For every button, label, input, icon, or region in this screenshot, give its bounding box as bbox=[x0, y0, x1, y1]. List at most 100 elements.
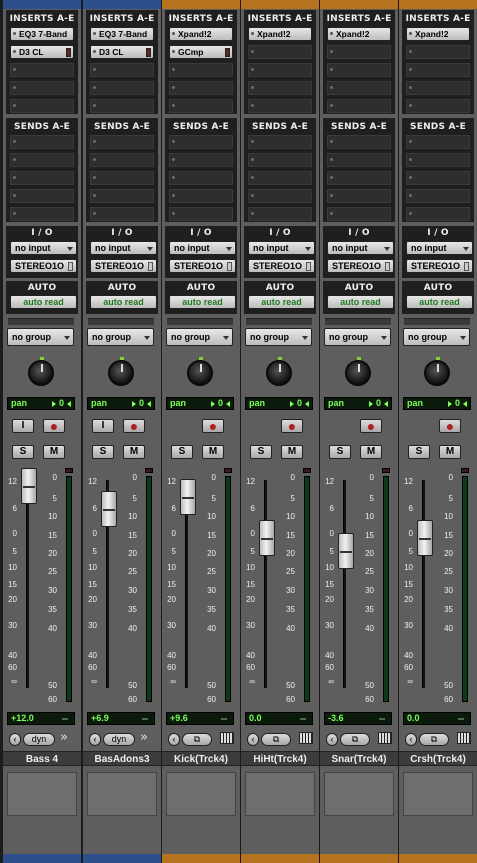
insert-slot[interactable] bbox=[327, 45, 391, 59]
insert-slot[interactable] bbox=[248, 99, 312, 113]
track-name[interactable]: Bass 4 bbox=[3, 751, 81, 766]
send-slot[interactable] bbox=[169, 189, 233, 203]
record-arm-button[interactable]: ● bbox=[202, 419, 224, 433]
mute-button[interactable]: M bbox=[281, 445, 303, 459]
pan-display[interactable]: pan 0 bbox=[403, 397, 471, 410]
track-options-button[interactable]: ‹ bbox=[89, 733, 101, 746]
insert-slot[interactable] bbox=[90, 99, 154, 113]
send-slot[interactable] bbox=[10, 207, 74, 221]
window-config-button[interactable]: ⧉ bbox=[419, 733, 449, 746]
send-slot[interactable] bbox=[327, 171, 391, 185]
piano-icon[interactable] bbox=[378, 732, 392, 744]
send-slot[interactable] bbox=[248, 207, 312, 221]
solo-button[interactable]: S bbox=[12, 445, 34, 459]
volume-fader[interactable] bbox=[21, 468, 37, 504]
send-slot[interactable] bbox=[90, 153, 154, 167]
insert-slot[interactable] bbox=[10, 99, 74, 113]
volume-display[interactable]: +6.9 bbox=[87, 712, 155, 725]
output-selector[interactable]: STEREO1O bbox=[248, 259, 315, 273]
window-config-button[interactable]: ⧉ bbox=[261, 733, 291, 746]
comments-field[interactable] bbox=[166, 772, 236, 816]
volume-fader[interactable] bbox=[101, 490, 117, 527]
insert-slot[interactable] bbox=[169, 99, 233, 113]
window-config-button[interactable]: ⧉ bbox=[182, 733, 212, 746]
comments-field[interactable] bbox=[324, 772, 394, 816]
send-slot[interactable] bbox=[10, 153, 74, 167]
pan-display[interactable]: pan 0 bbox=[166, 397, 234, 410]
double-arrow-icon[interactable]: » bbox=[60, 731, 76, 745]
automation-mode-selector[interactable]: auto read bbox=[90, 295, 157, 309]
volume-fader[interactable] bbox=[180, 478, 196, 515]
solo-button[interactable]: S bbox=[329, 445, 351, 459]
insert-slot[interactable] bbox=[248, 45, 312, 59]
pan-display[interactable]: pan 0 bbox=[245, 397, 313, 410]
output-selector[interactable]: STEREO1O bbox=[327, 259, 394, 273]
mute-button[interactable]: M bbox=[43, 445, 65, 459]
mute-button[interactable]: M bbox=[123, 445, 145, 459]
record-arm-button[interactable]: ● bbox=[281, 419, 303, 433]
insert-slot[interactable] bbox=[248, 63, 312, 77]
input-selector[interactable]: no input bbox=[406, 241, 473, 255]
dyn-button[interactable]: dyn bbox=[103, 733, 135, 746]
output-selector[interactable]: STEREO1O bbox=[90, 259, 157, 273]
insert-slot[interactable] bbox=[406, 99, 470, 113]
volume-display[interactable]: +12.0 bbox=[7, 712, 75, 725]
insert-slot[interactable] bbox=[169, 63, 233, 77]
insert-slot[interactable] bbox=[10, 63, 74, 77]
insert-slot[interactable] bbox=[327, 81, 391, 95]
send-slot[interactable] bbox=[169, 171, 233, 185]
mute-button[interactable]: M bbox=[202, 445, 224, 459]
pan-display[interactable]: pan 0 bbox=[324, 397, 392, 410]
send-slot[interactable] bbox=[248, 189, 312, 203]
piano-icon[interactable] bbox=[220, 732, 234, 744]
piano-icon[interactable] bbox=[299, 732, 313, 744]
send-slot[interactable] bbox=[406, 135, 470, 149]
insert-slot[interactable] bbox=[406, 63, 470, 77]
send-slot[interactable] bbox=[406, 189, 470, 203]
comments-field[interactable] bbox=[7, 772, 77, 816]
volume-display[interactable]: +9.6 bbox=[166, 712, 234, 725]
track-name[interactable]: Snar(Trck4) bbox=[320, 751, 398, 766]
window-config-button[interactable]: ⧉ bbox=[340, 733, 370, 746]
solo-button[interactable]: S bbox=[250, 445, 272, 459]
track-name[interactable]: Crsh(Trck4) bbox=[399, 751, 477, 766]
insert-slot[interactable]: EQ3 7-Band bbox=[10, 27, 74, 41]
record-arm-button[interactable]: ● bbox=[43, 419, 65, 433]
send-slot[interactable] bbox=[10, 189, 74, 203]
track-name[interactable]: HiHt(Trck4) bbox=[241, 751, 319, 766]
record-arm-button[interactable]: ● bbox=[439, 419, 461, 433]
send-slot[interactable] bbox=[248, 171, 312, 185]
pan-display[interactable]: pan 0 bbox=[7, 397, 75, 410]
track-options-button[interactable]: ‹ bbox=[168, 733, 180, 746]
mute-button[interactable]: M bbox=[360, 445, 382, 459]
track-name[interactable]: BasAdons3 bbox=[83, 751, 161, 766]
insert-slot[interactable] bbox=[406, 81, 470, 95]
insert-slot[interactable] bbox=[327, 63, 391, 77]
send-slot[interactable] bbox=[10, 171, 74, 185]
volume-fader[interactable] bbox=[338, 532, 354, 569]
send-slot[interactable] bbox=[406, 207, 470, 221]
insert-slot[interactable]: Xpand!2 bbox=[248, 27, 312, 41]
input-monitor-button[interactable]: I bbox=[92, 419, 114, 433]
automation-mode-selector[interactable]: auto read bbox=[406, 295, 473, 309]
group-selector[interactable]: no group bbox=[166, 328, 233, 346]
pan-knob[interactable] bbox=[28, 360, 54, 386]
input-selector[interactable]: no input bbox=[10, 241, 77, 255]
insert-slot[interactable]: GCmp bbox=[169, 45, 233, 59]
automation-mode-selector[interactable]: auto read bbox=[10, 295, 77, 309]
track-options-button[interactable]: ‹ bbox=[405, 733, 417, 746]
track-options-button[interactable]: ‹ bbox=[326, 733, 338, 746]
volume-display[interactable]: 0.0 bbox=[245, 712, 313, 725]
send-slot[interactable] bbox=[10, 135, 74, 149]
piano-icon[interactable] bbox=[457, 732, 471, 744]
input-selector[interactable]: no input bbox=[327, 241, 394, 255]
mute-button[interactable]: M bbox=[439, 445, 461, 459]
send-slot[interactable] bbox=[406, 153, 470, 167]
automation-mode-selector[interactable]: auto read bbox=[248, 295, 315, 309]
group-selector[interactable]: no group bbox=[403, 328, 470, 346]
send-slot[interactable] bbox=[327, 153, 391, 167]
volume-display[interactable]: 0.0 bbox=[403, 712, 471, 725]
record-arm-button[interactable]: ● bbox=[360, 419, 382, 433]
insert-slot[interactable]: Xpand!2 bbox=[406, 27, 470, 41]
send-slot[interactable] bbox=[406, 171, 470, 185]
